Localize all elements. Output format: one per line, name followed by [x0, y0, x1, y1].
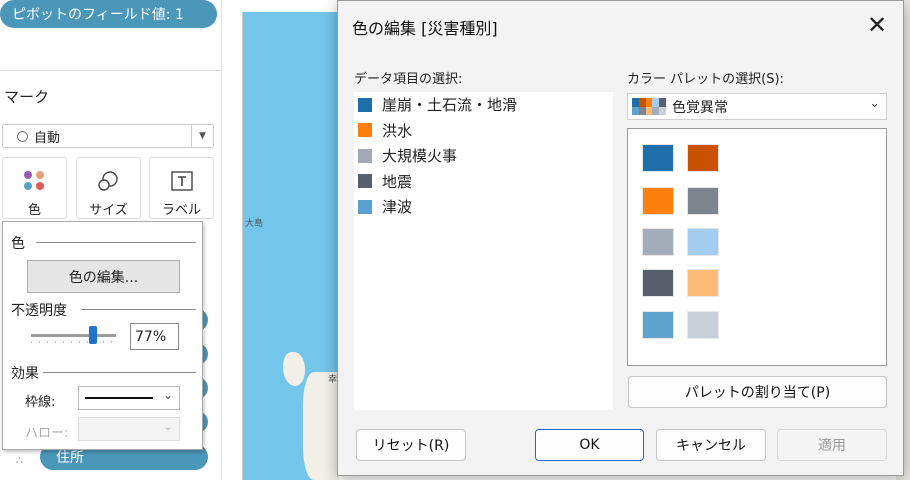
palette-value: 色覚異常: [672, 99, 728, 116]
list-item[interactable]: 大規模火事: [354, 143, 613, 169]
item-label: 崖崩・土石流・地滑: [382, 96, 518, 115]
palette-color[interactable]: [687, 228, 719, 256]
size-mark-button[interactable]: サイズ: [76, 157, 141, 219]
list-item[interactable]: 崖崩・土石流・地滑: [354, 92, 613, 118]
edit-colors-button[interactable]: 色の編集...: [27, 260, 180, 293]
label-mark-button[interactable]: ラベル: [149, 157, 214, 219]
border-select[interactable]: ⌄: [78, 386, 180, 410]
list-item[interactable]: 洪水: [354, 118, 613, 144]
edit-colors-dialog: 色の編集 [災害種別] ✕ データ項目の選択: 崖崩・土石流・地滑 洪水 大規模…: [337, 0, 904, 476]
border-label: 枠線:: [25, 395, 56, 410]
chevron-down-icon: ⌄: [162, 388, 173, 402]
detail-icon: ∴: [16, 454, 23, 467]
reset-button[interactable]: リセット(R): [356, 429, 466, 461]
map-place-label: 大島: [245, 219, 264, 229]
map-land: [303, 372, 339, 480]
chevron-down-icon: ⌄: [869, 96, 880, 111]
color-swatch: [358, 199, 372, 214]
item-label: 津波: [382, 198, 413, 217]
list-item[interactable]: 地震: [354, 169, 613, 195]
ok-button[interactable]: OK: [535, 429, 644, 461]
color-section-title: 色: [11, 236, 25, 252]
data-items-label: データ項目の選択:: [354, 72, 463, 87]
apply-button: 適用: [777, 429, 887, 461]
chevron-down-icon[interactable]: ▼: [191, 125, 213, 147]
marks-title: マーク: [4, 88, 50, 106]
size-mark-label: サイズ: [89, 203, 128, 218]
color-popover: 色 色の編集... 不透明度 77% 効果 枠線: ⌄ ハロー: ⌄: [2, 221, 203, 450]
opacity-input[interactable]: 77%: [130, 323, 179, 350]
palette-color[interactable]: [642, 187, 674, 215]
pivot-field-pill[interactable]: ピボットのフィールド値: 1: [0, 0, 217, 28]
halo-select: ⌄: [78, 417, 180, 441]
map-view[interactable]: 大島 幸: [242, 12, 339, 480]
palette-color[interactable]: [687, 269, 719, 297]
halo-label: ハロー:: [25, 426, 69, 441]
opacity-slider-ticks: [31, 341, 116, 343]
palette-color[interactable]: [642, 269, 674, 297]
palette-color[interactable]: [642, 144, 674, 172]
palette-grid: [627, 128, 887, 366]
effects-section-title: 効果: [11, 366, 39, 382]
color-mark-label: 色: [27, 203, 41, 218]
circle-icon: [17, 130, 28, 142]
divider: [43, 372, 196, 373]
divider: [36, 242, 196, 243]
palette-icon: [632, 98, 666, 115]
color-swatch: [358, 97, 372, 112]
palette-color[interactable]: [687, 187, 719, 215]
color-swatch: [358, 148, 372, 163]
label-t-icon: [170, 164, 193, 197]
map-land: [283, 352, 305, 386]
item-label: 洪水: [382, 121, 413, 140]
palette-color[interactable]: [642, 228, 674, 256]
list-item[interactable]: 津波: [354, 194, 613, 220]
divider: [0, 70, 222, 71]
opacity-slider-thumb[interactable]: [89, 326, 97, 344]
data-items-list: 崖崩・土石流・地滑 洪水 大規模火事 地震 津波: [354, 92, 613, 410]
close-icon[interactable]: ✕: [861, 9, 893, 41]
cancel-button[interactable]: キャンセル: [656, 429, 766, 461]
chevron-down-icon: ⌄: [162, 419, 173, 433]
divider: [81, 309, 196, 310]
palette-color[interactable]: [642, 311, 674, 339]
label-mark-label: ラベル: [161, 203, 201, 218]
color-swatch: [358, 174, 372, 189]
color-mark-button[interactable]: 色: [2, 157, 67, 219]
palette-label: カラー パレットの選択(S):: [627, 72, 784, 87]
palette-color[interactable]: [687, 311, 719, 339]
map-place-label: 幸: [328, 375, 338, 385]
color-dots-icon: [24, 164, 45, 197]
palette-select[interactable]: 色覚異常 ⌄: [627, 93, 887, 120]
item-label: 大規模火事: [382, 147, 458, 166]
assign-palette-button[interactable]: パレットの割り当て(P): [628, 376, 887, 408]
palette-color[interactable]: [687, 144, 719, 172]
size-circles-icon: [96, 164, 122, 197]
opacity-section-title: 不透明度: [11, 303, 67, 319]
dialog-title: 色の編集 [災害種別]: [352, 19, 498, 38]
color-swatch: [358, 123, 372, 138]
opacity-slider-track[interactable]: [31, 334, 116, 337]
mark-type-value: 自動: [34, 130, 61, 146]
item-label: 地震: [382, 172, 413, 191]
mark-type-dropdown[interactable]: 自動 ▼: [2, 124, 214, 148]
line-style-preview: [85, 397, 153, 399]
